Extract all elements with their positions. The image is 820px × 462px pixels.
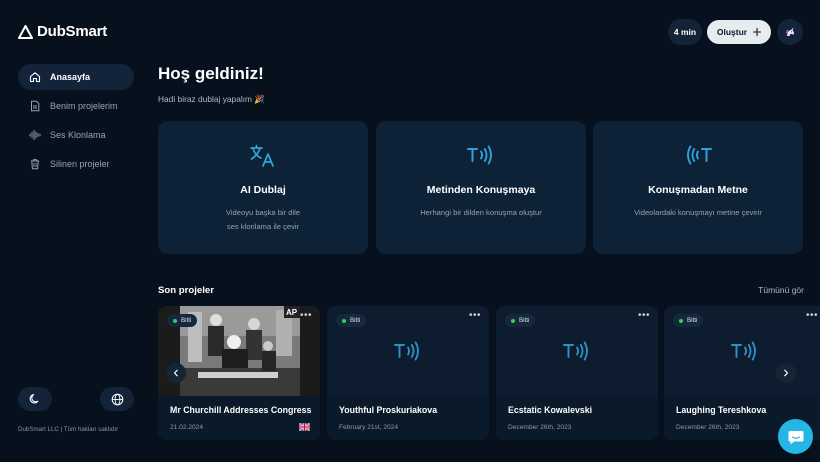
see-all-link[interactable]: Tümünü gör [740,285,804,295]
sidebar-item-label: Ses Klonlama [50,130,106,140]
project-date: December 26th, 2023 [676,424,740,431]
status-badge: Bitti [336,314,367,327]
sidebar-bottom-controls [18,387,134,411]
sidebar-item-home[interactable]: Anasayfa [18,64,134,90]
feature-description-line: ses klonlama ile çevir [226,222,300,231]
project-date: February 21st, 2024 [339,424,399,431]
carousel-next-button[interactable] [776,363,796,383]
status-badge: Bitti [505,314,536,327]
text-to-speech-icon [731,341,756,361]
feature-card-text-to-speech[interactable]: Metinden Konuşmaya Herhangi bir dilden k… [376,121,586,254]
project-card[interactable]: Bitti ••• Ecstatic Kowalevski December 2… [496,306,658,440]
unicorn-avatar-icon [786,27,794,36]
text-to-speech-icon [467,145,492,165]
project-name: Youthful Proskuriakova [339,405,438,415]
feature-icon-wrap [376,143,586,167]
language-button[interactable] [100,387,134,411]
recent-projects-title: Son projeler [158,285,214,296]
status-label: Bitti [181,317,192,324]
thumbnail-icon-wrap [327,339,489,363]
status-dot [342,318,346,323]
more-options-icon[interactable]: ••• [638,311,650,321]
home-icon [29,72,41,83]
sidebar-item-label: Benim projelerim [50,101,118,111]
trash-icon [30,159,40,170]
feature-icon-wrap [593,143,803,167]
feature-description-line: Videoyu başka bir dile [225,208,301,217]
globe-icon [111,393,123,405]
feature-description: Videolardaki konuşmayı metine çevirir [613,206,783,220]
status-label: Bitti [687,317,698,324]
support-chat-button[interactable] [778,419,813,454]
text-to-speech-icon [563,341,588,361]
sidebar-item-label: Anasayfa [50,72,91,82]
logo-text: DubSmart [37,23,108,40]
sidebar-item-my-projects[interactable]: Benim projelerim [18,93,134,119]
sidebar-item-deleted-projects[interactable]: Silinen projeler [18,151,134,177]
waveform-icon [29,130,41,140]
project-date: December 26th, 2023 [508,424,572,431]
more-options-icon[interactable]: ••• [806,311,818,321]
svg-text:AP: AP [286,308,298,317]
uk-flag-icon [299,423,310,431]
status-label: Bitti [519,317,530,324]
sidebar-nav: Anasayfa Benim projelerim Ses Klonlama S… [18,64,134,180]
feature-title: AI Dublaj [240,184,286,196]
sidebar-item-voice-cloning[interactable]: Ses Klonlama [18,122,134,148]
feature-title: Metinden Konuşmaya [426,184,536,196]
carousel-prev-button[interactable] [166,363,186,383]
plus-icon [753,28,762,36]
project-name: Laughing Tereshkova [676,405,767,415]
moon-icon [29,394,39,404]
status-label: Bitti [350,317,361,324]
feature-description-line: Herhangi bir dilden konuşma oluştur [420,208,542,217]
status-dot [511,318,515,323]
feature-description-line: Videolardaki konuşmayı metine çevirir [634,208,762,217]
thumbnail-icon-wrap [664,339,820,363]
status-dot [679,318,683,323]
feature-card-ai-dubbing[interactable]: AI Dublaj Videoyu başka bir dile ses klo… [158,121,368,254]
project-name: Ecstatic Kowalevski [508,405,593,415]
speech-to-text-icon [687,145,712,165]
create-button-label: Oluştur [716,27,748,37]
feature-card-speech-to-text[interactable]: Konuşmadan Metne Videolardaki konuşmayı … [593,121,803,254]
project-name: Mr Churchill Addresses Congress [170,405,312,415]
app-logo[interactable]: DubSmart [18,23,107,40]
more-options-icon[interactable]: ••• [300,311,312,321]
feature-icon-wrap [158,143,368,169]
thumbnail-icon-wrap [496,339,658,363]
feature-description: Herhangi bir dilden konuşma oluştur [396,206,566,220]
time-remaining-badge: 4 min [668,19,702,45]
page-subtitle: Hadi biraz dublaj yapalım 🎉 [158,94,265,104]
sidebar-item-label: Silinen projeler [50,159,110,169]
chevron-left-icon [173,369,178,377]
footer-copyright: DubSmart LLC | Tüm hakları saklıdır [18,426,119,433]
project-date: 21.02.2024 [170,424,204,431]
status-badge: Bitti [167,314,198,327]
more-options-icon[interactable]: ••• [469,311,481,321]
status-dot [173,318,177,323]
user-avatar[interactable] [777,19,803,45]
status-badge: Bitti [673,314,704,327]
document-icon [31,100,40,112]
feature-title: Konuşmadan Metne [648,184,748,196]
page-title: Hoş geldiniz! [158,64,264,83]
chat-bubble-icon [788,430,803,444]
translate-icon [250,144,274,167]
theme-toggle-button[interactable] [18,387,52,411]
create-button[interactable]: Oluştur [707,20,771,44]
project-card[interactable]: Bitti ••• Youthful Proskuriakova Februar… [327,306,489,440]
text-to-speech-icon [394,341,419,361]
chevron-right-icon [784,369,789,377]
feature-description: Videoyu başka bir dile ses klonlama ile … [178,206,348,234]
logo-icon [18,24,33,39]
